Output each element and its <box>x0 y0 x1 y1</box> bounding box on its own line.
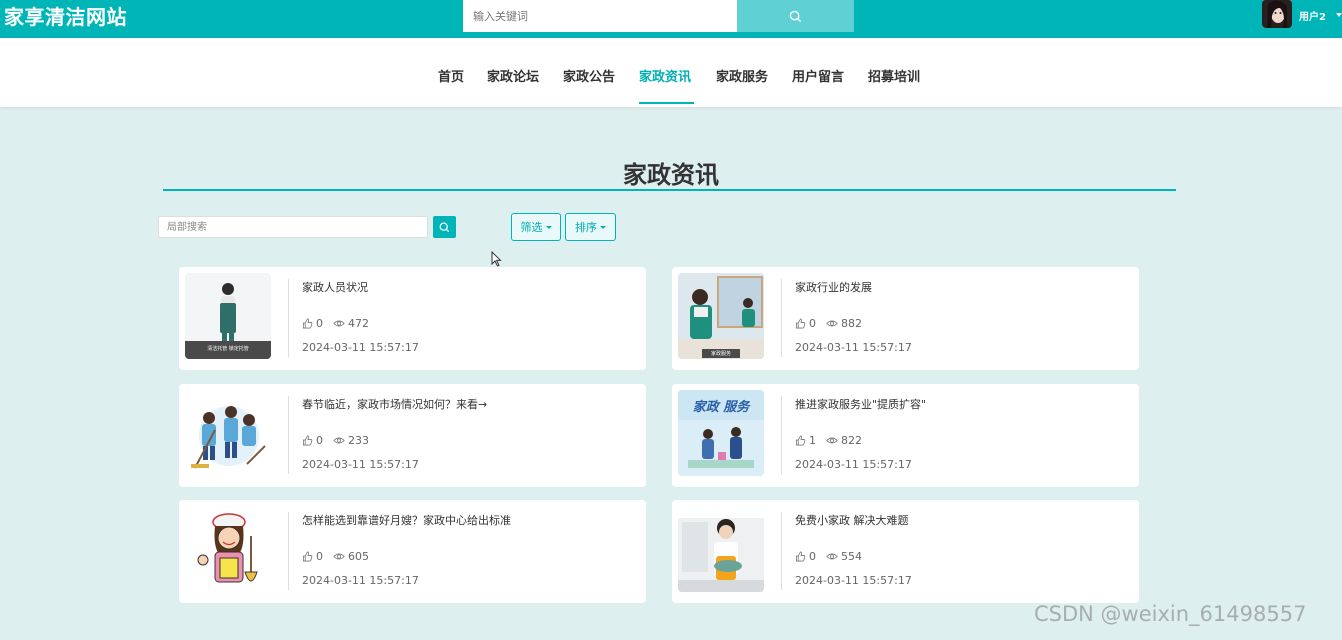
thumbnail-caption: 家政 服务 <box>692 400 750 415</box>
local-search-button[interactable] <box>433 216 456 238</box>
article-date: 2024-03-11 15:57:17 <box>795 341 912 354</box>
card-divider <box>781 279 782 357</box>
card-divider <box>288 279 289 357</box>
nav-item-messages[interactable]: 用户留言 <box>792 66 844 85</box>
like-icon[interactable] <box>302 318 313 329</box>
article-card[interactable]: 清洁托管 锁定托管 家政人员状况 0 472 2024-03-11 15:57:… <box>179 267 646 370</box>
user-name[interactable]: 用户2 <box>1299 8 1326 23</box>
like-icon[interactable] <box>795 435 806 446</box>
sort-label: 排序 <box>575 221 597 234</box>
view-count: 882 <box>841 317 862 330</box>
view-count: 554 <box>841 550 862 563</box>
thumbnail-caption: 清洁托管 锁定托管 <box>207 346 249 352</box>
article-stats: 0 233 <box>302 434 379 447</box>
article-stats: 0 605 <box>302 550 379 563</box>
filter-label: 筛选 <box>520 221 543 234</box>
like-icon[interactable] <box>302 435 313 446</box>
eye-icon <box>333 320 345 327</box>
article-date: 2024-03-11 15:57:17 <box>302 574 419 587</box>
chevron-down-icon <box>600 225 606 229</box>
like-count: 0 <box>809 317 816 330</box>
card-divider <box>781 512 782 590</box>
like-icon[interactable] <box>795 318 806 329</box>
like-count: 1 <box>809 434 816 447</box>
article-stats: 0 554 <box>795 550 872 563</box>
filter-dropdown[interactable]: 筛选 <box>511 213 561 241</box>
view-count: 233 <box>348 434 369 447</box>
search-input[interactable] <box>463 0 737 32</box>
nav-active-indicator <box>639 102 694 104</box>
article-title[interactable]: 家政行业的发展 <box>795 279 872 295</box>
article-card[interactable]: 春节临近，家政市场情况如何？来看→ 0 233 2024-03-11 15:57… <box>179 384 646 487</box>
nav-item-recruit[interactable]: 招募培训 <box>868 66 920 85</box>
page-title: 家政资讯 <box>623 161 719 189</box>
local-search-input[interactable] <box>158 216 428 238</box>
card-divider <box>288 396 289 474</box>
article-thumbnail[interactable] <box>185 506 271 592</box>
article-title[interactable]: 推进家政服务业"提质扩容" <box>795 396 926 412</box>
main-nav: 首页 家政论坛 家政公告 家政资讯 家政服务 用户留言 招募培训 <box>0 38 1342 107</box>
mouse-cursor-icon <box>491 251 502 267</box>
nav-item-service[interactable]: 家政服务 <box>716 66 768 85</box>
article-card[interactable]: 家政 服务 推进家政服务业"提质扩容" 1 822 2024-03-11 15:… <box>672 384 1139 487</box>
site-title[interactable]: 家享清洁网站 <box>4 3 127 31</box>
nav-item-news[interactable]: 家政资讯 <box>639 66 691 85</box>
view-count: 605 <box>348 550 369 563</box>
eye-icon <box>333 437 345 444</box>
avatar[interactable] <box>1262 0 1292 28</box>
article-thumbnail[interactable] <box>185 390 271 476</box>
article-stats: 0 472 <box>302 317 379 330</box>
like-count: 0 <box>316 434 323 447</box>
view-count: 822 <box>841 434 862 447</box>
article-title[interactable]: 春节临近，家政市场情况如何？来看→ <box>302 396 487 412</box>
article-stats: 0 882 <box>795 317 872 330</box>
article-card[interactable]: 家政服务 家政行业的发展 0 882 2024-03-11 15:57:17 <box>672 267 1139 370</box>
article-title[interactable]: 怎样能选到靠谱好月嫂？家政中心给出标准 <box>302 512 511 528</box>
article-date: 2024-03-11 15:57:17 <box>302 458 419 471</box>
eye-icon <box>826 437 838 444</box>
search-icon <box>439 222 450 232</box>
chevron-down-icon <box>545 225 552 229</box>
article-date: 2024-03-11 15:57:17 <box>795 458 912 471</box>
thumbnail-caption: 家政服务 <box>710 351 731 357</box>
nav-item-forum[interactable]: 家政论坛 <box>487 66 539 85</box>
eye-icon <box>333 553 345 560</box>
view-count: 472 <box>348 317 369 330</box>
card-divider <box>288 512 289 590</box>
like-icon[interactable] <box>302 551 313 562</box>
article-title[interactable]: 家政人员状况 <box>302 279 368 295</box>
top-bar: 家享清洁网站 用户2 <box>0 0 1342 38</box>
like-count: 0 <box>809 550 816 563</box>
title-divider <box>163 189 1176 191</box>
article-thumbnail[interactable] <box>678 506 764 592</box>
chevron-down-icon[interactable] <box>1336 13 1342 17</box>
nav-item-home[interactable]: 首页 <box>438 66 464 85</box>
like-count: 0 <box>316 317 323 330</box>
article-card[interactable]: 怎样能选到靠谱好月嫂？家政中心给出标准 0 605 2024-03-11 15:… <box>179 500 646 603</box>
watermark: CSDN @weixin_61498557 <box>1034 602 1307 626</box>
card-divider <box>781 396 782 474</box>
like-count: 0 <box>316 550 323 563</box>
article-stats: 1 822 <box>795 434 872 447</box>
article-title[interactable]: 免费小家政 解决大难题 <box>795 512 909 528</box>
article-card[interactable]: 免费小家政 解决大难题 0 554 2024-03-11 15:57:17 <box>672 500 1139 603</box>
sort-dropdown[interactable]: 排序 <box>565 213 616 241</box>
eye-icon <box>826 320 838 327</box>
nav-item-notice[interactable]: 家政公告 <box>563 66 615 85</box>
article-date: 2024-03-11 15:57:17 <box>795 574 912 587</box>
search-icon <box>789 10 802 22</box>
search-button[interactable] <box>737 0 854 32</box>
article-thumbnail[interactable]: 家政服务 <box>678 273 764 359</box>
article-thumbnail[interactable]: 家政 服务 <box>678 390 764 476</box>
article-thumbnail[interactable]: 清洁托管 锁定托管 <box>185 273 271 359</box>
like-icon[interactable] <box>795 551 806 562</box>
article-date: 2024-03-11 15:57:17 <box>302 341 419 354</box>
eye-icon <box>826 553 838 560</box>
